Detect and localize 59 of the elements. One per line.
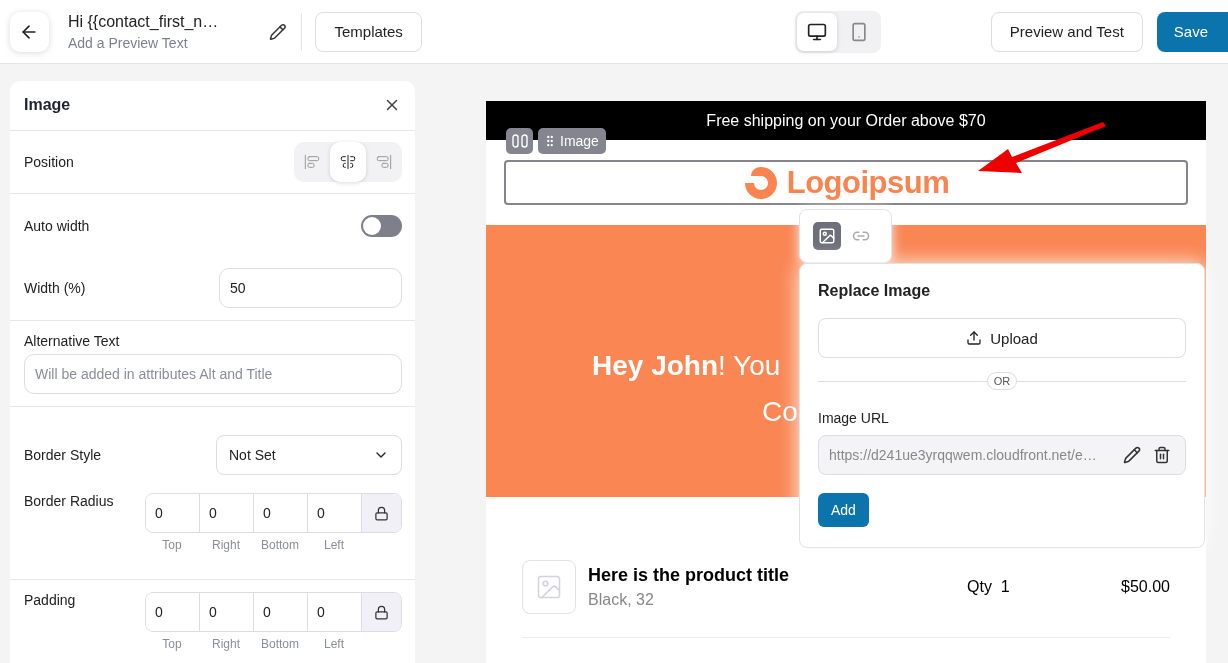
hero-text: Co: [762, 396, 798, 428]
field-label: Border Style: [24, 447, 102, 464]
hero-text: Hey John! You: [592, 350, 781, 382]
device-toggle[interactable]: [796, 12, 837, 51]
side-caption: Right: [211, 538, 241, 553]
side-caption: Left: [323, 637, 345, 652]
field-label: Padding: [24, 592, 76, 609]
desktop-icon: [806, 21, 827, 42]
edit-icon[interactable]: [1123, 446, 1141, 464]
align-icon: [340, 154, 356, 171]
side-caption: Top: [161, 538, 183, 553]
image-icon: [818, 227, 836, 245]
image-placeholder-icon: [535, 573, 563, 601]
field-label: Auto width: [24, 217, 90, 234]
align-icon: [376, 154, 392, 171]
border-style-select[interactable]: Not Set: [216, 435, 402, 476]
back-button[interactable]: [10, 11, 49, 52]
save-button[interactable]: Save: [1156, 11, 1228, 52]
lock-icon: [374, 604, 389, 620]
field-label: Position: [24, 154, 74, 171]
templates-button[interactable]: Templates: [315, 11, 422, 52]
field-label: Alternative Text: [24, 332, 121, 349]
toolbar-button[interactable]: [813, 222, 841, 250]
logo-text: Logoipsum: [786, 164, 950, 201]
panel-title: Image: [24, 96, 71, 115]
delete-icon[interactable]: [1153, 446, 1171, 464]
side-caption: Bottom: [260, 637, 300, 652]
edit-icon[interactable]: [268, 22, 287, 41]
field-label: Border Radius: [24, 493, 114, 510]
email-subject: Hi {{contact_first_n…: [67, 12, 220, 31]
product-quantity: Qty 1: [967, 578, 1011, 596]
preview-text-hint: Add a Preview Text: [67, 34, 189, 51]
field-label: Width (%): [24, 280, 86, 297]
align-icon: [304, 154, 320, 171]
lock-icon: [374, 505, 389, 521]
preview-button[interactable]: Preview and Test: [990, 11, 1143, 52]
add-button[interactable]: Add: [818, 493, 869, 527]
number-input[interactable]: 0: [146, 593, 200, 632]
number-input[interactable]: 0: [146, 494, 200, 533]
side-caption: Left: [323, 538, 345, 553]
auto-width-toggle[interactable]: [361, 214, 402, 237]
popover-title: Replace Image: [818, 282, 932, 300]
lock-button[interactable]: [362, 494, 401, 533]
columns-icon: [511, 134, 528, 148]
width-input[interactable]: 50: [219, 268, 402, 309]
position-option[interactable]: [330, 142, 366, 183]
alt-text-input[interactable]: Will be added in attributes Alt and Title: [24, 353, 402, 394]
upload-icon: [966, 330, 983, 346]
field-label: Image URL: [818, 410, 890, 426]
columns-chip[interactable]: [506, 128, 533, 154]
product-variant: Black, 32: [588, 591, 655, 609]
product-title: Here is the product title: [588, 565, 791, 586]
product-price: $50.00: [1121, 578, 1170, 596]
lock-button[interactable]: [362, 593, 401, 632]
side-caption: Right: [211, 637, 241, 652]
side-caption: Top: [161, 637, 183, 652]
upload-button[interactable]: Upload: [818, 318, 1186, 358]
logo-mark-icon: [742, 164, 779, 201]
side-caption: Bottom: [260, 538, 300, 553]
